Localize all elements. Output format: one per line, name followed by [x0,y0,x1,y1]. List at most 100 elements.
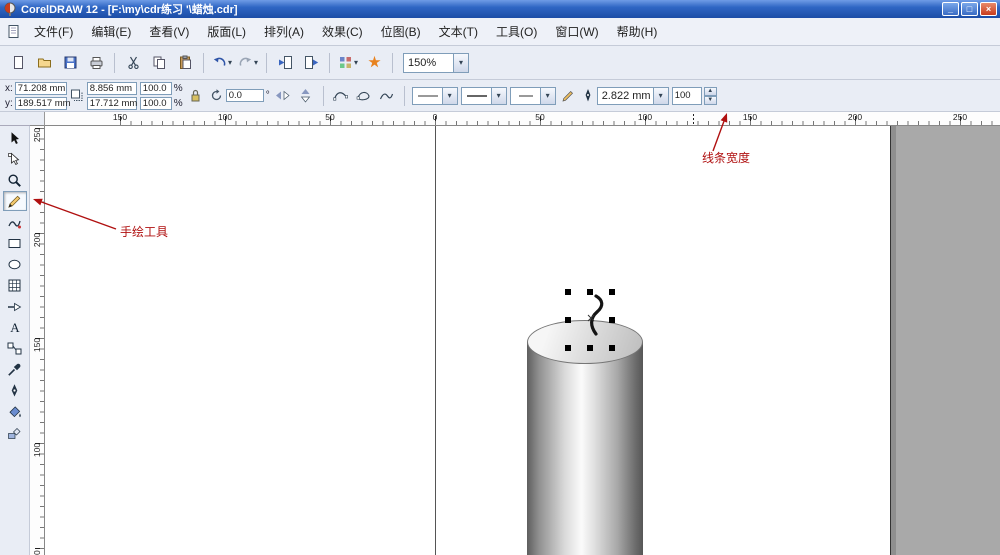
selection-handle[interactable] [565,289,571,295]
menu-bitmaps[interactable]: 位图(B) [372,19,430,44]
line-style-dropdown[interactable]: ▾ [490,87,506,104]
selection-handle[interactable] [609,317,615,323]
selection-handle[interactable] [587,345,593,351]
import-button[interactable] [273,52,297,74]
selection-handle[interactable] [609,345,615,351]
arrowhead-start-select[interactable]: ▾ [411,86,458,105]
corel-online-button[interactable] [362,52,386,74]
maximize-button[interactable]: □ [961,2,978,16]
import-icon [278,56,292,69]
close-button[interactable]: × [980,2,997,16]
undo-button[interactable]: ▾ [210,52,234,74]
freehand-tool[interactable] [2,191,27,211]
selection-handle[interactable] [565,345,571,351]
auto-close-curve-button[interactable] [354,86,374,106]
lock-ratio-button[interactable] [186,86,206,106]
object-size-icon [70,89,83,101]
spinner-up-button[interactable]: ▲ [703,86,717,96]
print-button[interactable] [84,52,108,74]
selection-handle[interactable] [609,289,615,295]
mirror-vertical-button[interactable] [296,86,316,106]
smart-drawing-tool[interactable] [3,212,27,232]
y-position-field[interactable]: 189.517 mm [14,96,71,110]
save-button[interactable] [58,52,82,74]
interactive-blend-tool[interactable] [3,338,27,358]
title-bar: CorelDRAW 12 - [F:\my\cdr练习 '\蜡烛.cdr] _ … [0,0,1000,18]
redo-button[interactable]: ▾ [236,52,260,74]
redo-dropdown-caret[interactable]: ▾ [254,58,258,67]
copy-button[interactable] [147,52,171,74]
v-ruler-label: 50 [32,550,42,555]
fill-tool[interactable] [3,401,27,421]
ruler-origin-corner[interactable] [30,112,45,126]
reduce-nodes-button[interactable] [331,86,351,106]
h-ruler-label: 100 [217,112,233,122]
menu-tools[interactable]: 工具(O) [487,19,546,44]
pen-nib-icon [11,383,18,396]
arrowhead-end-select[interactable]: ▾ [509,86,556,105]
mirror-horizontal-button[interactable] [273,86,293,106]
text-tool[interactable]: A [3,317,27,337]
export-button[interactable] [299,52,323,74]
scale-y-field[interactable]: 100.0 [139,96,172,110]
selection-handle[interactable] [565,317,571,323]
minimize-button[interactable]: _ [942,2,959,16]
launcher-dropdown-caret[interactable]: ▾ [354,58,358,67]
x-position-field[interactable]: 71.208 mm [14,81,67,95]
scale-x-field[interactable]: 100.0 [139,81,172,95]
arrowhead-end-dropdown[interactable]: ▾ [539,87,555,104]
interactive-fill-tool[interactable] [3,422,27,442]
selection-handle[interactable] [587,289,593,295]
menu-bar: 文件(F) 编辑(E) 查看(V) 版面(L) 排列(A) 效果(C) 位图(B… [0,18,1000,46]
zoom-tool[interactable] [3,170,27,190]
outline-width-dropdown[interactable]: ▾ [652,87,668,104]
menu-help[interactable]: 帮助(H) [608,19,667,44]
arrowhead-start-dropdown[interactable]: ▾ [441,87,457,104]
menu-edit[interactable]: 编辑(E) [82,19,140,44]
menu-text[interactable]: 文本(T) [430,19,487,44]
pick-tool[interactable] [3,128,27,148]
zoom-level-combobox[interactable]: 150% ▾ [403,52,469,73]
open-button[interactable] [32,52,56,74]
freehand-smoothing-value[interactable]: 100 [671,86,702,105]
shape-arrow-icon [8,152,20,165]
line-style-select[interactable]: ▾ [460,86,507,105]
rectangle-tool[interactable] [3,233,27,253]
outline-tool[interactable] [3,380,27,400]
object-height-field[interactable]: 17.712 mm [86,96,137,110]
menu-arrange[interactable]: 排列(A) [255,19,313,44]
candle-top-ellipse[interactable] [527,320,643,364]
menu-view[interactable]: 查看(V) [140,19,198,44]
y-label: y: [5,97,13,109]
menu-file[interactable]: 文件(F) [25,19,82,44]
freehand-smoothing-spinner[interactable]: 100 ▲ ▼ [671,86,717,105]
shape-tool[interactable] [3,149,27,169]
candle-body-shape[interactable] [527,342,643,555]
menu-window[interactable]: 窗口(W) [546,19,607,44]
vertical-ruler[interactable]: 250 200 150 100 50 [30,126,45,555]
v-ruler-label: 100 [32,442,42,458]
new-button[interactable] [6,52,30,74]
ellipse-tool[interactable] [3,254,27,274]
menu-effects[interactable]: 效果(C) [313,19,372,44]
object-width-field[interactable]: 8.856 mm [86,81,137,95]
convert-to-curve-button[interactable] [377,86,397,106]
eyedropper-tool[interactable] [3,359,27,379]
paste-button[interactable] [173,52,197,74]
drawing-canvas[interactable] [45,126,1000,555]
graph-paper-tool[interactable] [3,275,27,295]
zoom-dropdown-button[interactable]: ▾ [453,53,468,72]
horizontal-ruler[interactable]: 150 100 50 0 50 100 150 200 250 [45,112,1000,126]
spinner-down-button[interactable]: ▼ [703,95,717,105]
h-ruler-label: 250 [952,112,968,122]
corel-online-icon [367,55,381,68]
outline-width-combobox[interactable]: 2.822 mm ▾ [596,86,669,105]
undo-dropdown-caret[interactable]: ▾ [228,58,232,67]
menu-layout[interactable]: 版面(L) [198,19,255,44]
rotation-angle-field[interactable]: 0.0 [225,89,264,102]
mirror-vertical-icon [300,89,311,103]
basic-shapes-tool[interactable] [3,296,27,316]
application-launcher-button[interactable]: ▾ [336,52,360,74]
cut-button[interactable] [121,52,145,74]
pen-pressure-button[interactable] [559,86,579,106]
